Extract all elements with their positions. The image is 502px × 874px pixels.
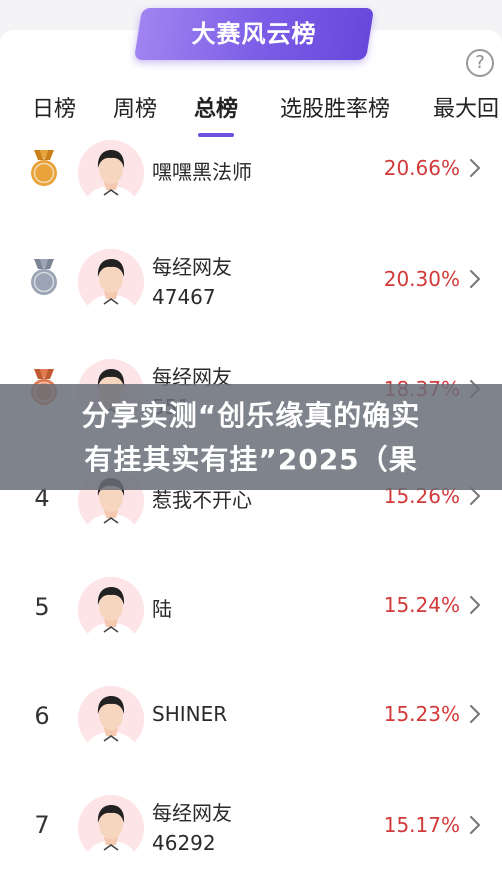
avatar <box>78 249 144 315</box>
user-name: SHINER <box>152 702 228 726</box>
user-name: 每经网友 <box>152 255 232 279</box>
tab-overall[interactable]: 总榜 <box>194 90 238 130</box>
page-title: 大赛风云榜 <box>191 20 317 48</box>
rank-number: 6 <box>34 702 50 730</box>
active-tab-indicator <box>198 133 234 137</box>
return-rate: 20.30% <box>383 267 460 291</box>
leaderboard-row[interactable]: 7 每经网友 46292 15.17% <box>0 795 502 874</box>
return-rate: 20.66% <box>383 156 460 180</box>
banner-line-2: 有挂其实有挂”2025（果 <box>84 443 418 476</box>
return-rate: 15.17% <box>383 813 460 837</box>
ranking-tabs: 日榜 周榜 总榜 选股胜率榜 最大回 <box>0 90 502 137</box>
return-rate: 15.24% <box>383 593 460 617</box>
chevron-right-icon[interactable] <box>466 702 484 726</box>
chevron-right-icon[interactable] <box>466 813 484 837</box>
banner-line-1: 分享实测“创乐缘真的确实 <box>81 399 421 432</box>
leaderboard-row[interactable]: 6 SHINER 15.23% <box>0 686 502 794</box>
chevron-right-icon[interactable] <box>466 593 484 617</box>
tab-max-drawdown[interactable]: 最大回 <box>433 90 499 130</box>
chevron-right-icon[interactable] <box>466 156 484 180</box>
chevron-right-icon[interactable] <box>466 267 484 291</box>
rank-number: 5 <box>34 593 50 621</box>
avatar <box>78 686 144 752</box>
avatar <box>78 795 144 861</box>
silver-medal-icon <box>28 257 60 297</box>
leaderboard-row[interactable]: 5 陆 15.24% <box>0 577 502 685</box>
user-id: 47467 <box>152 285 216 309</box>
user-name: 陆 <box>152 597 172 621</box>
avatar <box>78 140 144 206</box>
tab-win-rate[interactable]: 选股胜率榜 <box>280 90 390 130</box>
user-name: 嘿嘿黑法师 <box>152 160 252 184</box>
return-rate: 15.23% <box>383 702 460 726</box>
avatar <box>78 577 144 643</box>
user-name: 每经网友 <box>152 801 232 825</box>
overlay-banner: 分享实测“创乐缘真的确实 有挂其实有挂”2025（果 <box>0 384 502 490</box>
help-icon[interactable]: ? <box>466 49 494 77</box>
leaderboard-row[interactable]: 嘿嘿黑法师 20.66% <box>0 140 502 248</box>
tab-weekly[interactable]: 周榜 <box>113 90 157 130</box>
tab-daily[interactable]: 日榜 <box>32 90 76 130</box>
leaderboard-row[interactable]: 每经网友 47467 20.30% <box>0 249 502 357</box>
gold-medal-icon <box>28 148 60 188</box>
user-id: 46292 <box>152 831 216 855</box>
rank-number: 7 <box>34 811 50 839</box>
